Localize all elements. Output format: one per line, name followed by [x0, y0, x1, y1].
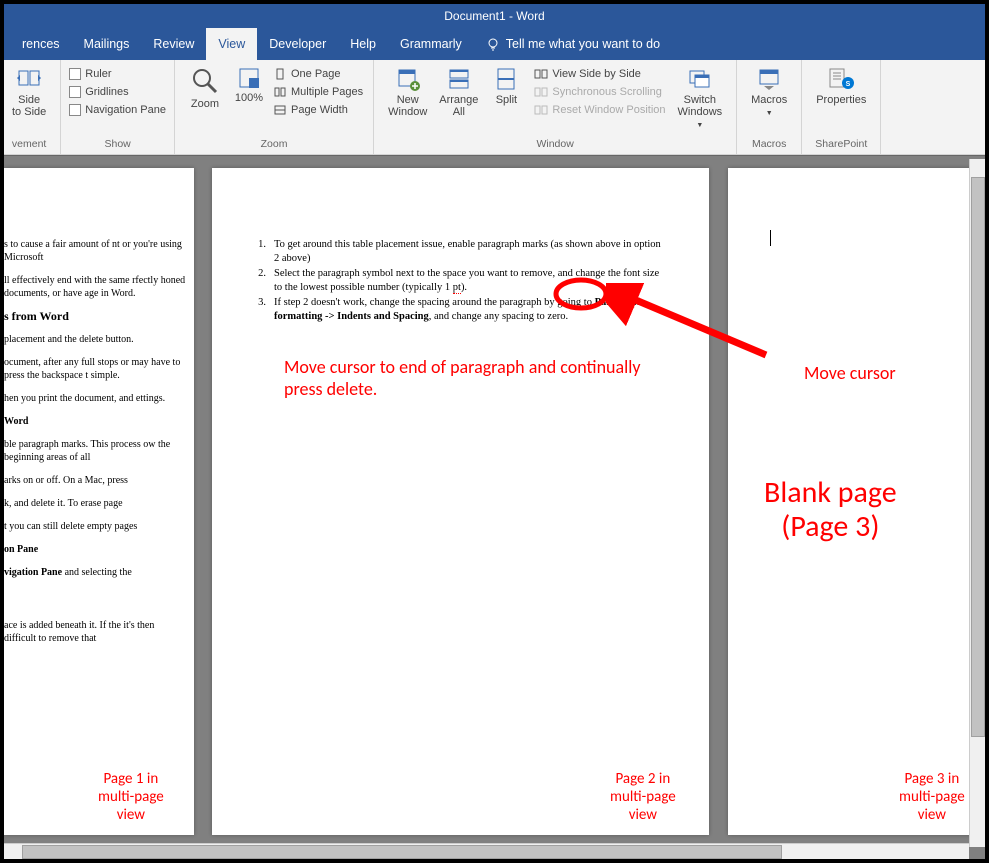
lightbulb-icon	[486, 37, 500, 51]
annotation-page3-label: Page 3 in multi-page view	[899, 770, 965, 824]
show-group-label: Show	[69, 136, 166, 154]
window-group-label: Window	[382, 136, 728, 154]
side-to-side-button[interactable]: Side to Side	[6, 64, 52, 120]
reset-pos-icon	[534, 103, 548, 117]
one-page-button[interactable]: One Page	[271, 66, 365, 82]
reset-window-position-button: Reset Window Position	[532, 102, 667, 118]
checkbox-icon	[69, 104, 81, 116]
doc-heading: s from Word	[4, 310, 186, 323]
zoom-label: Zoom	[191, 98, 219, 110]
multiple-pages-button[interactable]: Multiple Pages	[271, 84, 365, 100]
ribbon: Side to Side vement Ruler Gridlines Navi…	[4, 60, 985, 155]
annotation-blank-page: Blank page (Page 3)	[764, 476, 897, 544]
checkbox-icon	[69, 68, 81, 80]
macros-group-label: Macros	[745, 136, 793, 154]
tab-view[interactable]: View	[206, 28, 257, 60]
annotation-page2-label: Page 2 in multi-page view	[610, 770, 676, 824]
svg-text:S: S	[846, 81, 851, 88]
macros-icon	[756, 66, 782, 92]
doc-text: ocument, after any full stops or may hav…	[4, 356, 186, 382]
arrange-all-icon	[446, 66, 472, 92]
switch-windows-button[interactable]: Switch Windows▼	[672, 64, 729, 134]
tab-grammarly[interactable]: Grammarly	[388, 28, 474, 60]
text-cursor	[770, 230, 771, 246]
side-to-side-icon	[16, 66, 42, 92]
horizontal-scrollbar[interactable]	[4, 843, 969, 859]
doc-text: s to cause a fair amount of nt or you're…	[4, 238, 186, 264]
chevron-down-icon: ▼	[766, 110, 773, 117]
tell-me-label: Tell me what you want to do	[506, 37, 660, 51]
hundred-percent-icon	[237, 66, 261, 90]
checkbox-icon	[69, 86, 81, 98]
tab-review[interactable]: Review	[141, 28, 206, 60]
page-width-icon	[273, 103, 287, 117]
doc-text: t you can still delete empty pages	[4, 520, 186, 533]
sharepoint-group-label: SharePoint	[810, 136, 872, 154]
tab-help[interactable]: Help	[338, 28, 388, 60]
side-by-side-icon	[534, 67, 548, 81]
split-icon	[493, 66, 519, 92]
doc-text: hen you print the document, and ettings.	[4, 392, 186, 405]
arrange-all-label: Arrange All	[439, 94, 478, 118]
annotation-oval	[551, 274, 611, 314]
new-window-label: New Window	[388, 94, 427, 118]
hundred-label: 100%	[235, 92, 263, 104]
navigation-pane-checkbox[interactable]: Navigation Pane	[69, 102, 166, 118]
magnifier-icon	[190, 66, 220, 96]
properties-label: Properties	[816, 94, 866, 106]
one-page-icon	[273, 67, 287, 81]
properties-button[interactable]: S Properties	[810, 64, 872, 108]
annotation-instruction: Move cursor to end of paragraph and cont…	[284, 356, 644, 400]
tab-references-cut[interactable]: rences	[10, 28, 72, 60]
tell-me-search[interactable]: Tell me what you want to do	[474, 37, 660, 51]
page-1[interactable]: s to cause a fair amount of nt or you're…	[4, 168, 194, 835]
vertical-scrollbar[interactable]	[969, 159, 985, 847]
doc-text: k, and delete it. To erase page	[4, 497, 186, 510]
switch-windows-icon	[687, 66, 713, 92]
doc-text: ble paragraph marks. This process ow the…	[4, 438, 186, 464]
properties-icon: S	[826, 66, 856, 92]
doc-text: ll effectively end with the same rfectly…	[4, 274, 186, 300]
scrollbar-thumb[interactable]	[971, 177, 985, 737]
doc-text: vigation Pane and selecting the	[4, 566, 186, 579]
title-bar: Document1 - Word	[4, 4, 985, 28]
doc-text: ace is added beneath it. If the it's the…	[4, 619, 186, 645]
annotation-move-cursor: Move cursor	[804, 362, 896, 384]
gridlines-checkbox[interactable]: Gridlines	[69, 84, 166, 100]
ribbon-tabs: rences Mailings Review View Developer He…	[4, 28, 985, 60]
doc-text: arks on or off. On a Mac, press	[4, 474, 186, 487]
new-window-button[interactable]: New Window	[382, 64, 433, 120]
chevron-down-icon: ▼	[696, 122, 703, 129]
sync-scroll-icon	[534, 85, 548, 99]
page-2[interactable]: 1.To get around this table placement iss…	[212, 168, 709, 835]
doc-subheading: on Pane	[4, 543, 186, 556]
switch-windows-label: Switch Windows▼	[678, 94, 723, 132]
new-window-icon	[395, 66, 421, 92]
view-side-by-side-button[interactable]: View Side by Side	[532, 66, 667, 82]
zoom-group-label: Zoom	[183, 136, 365, 154]
doc-subheading: Word	[4, 415, 186, 428]
list-item: 1.To get around this table placement iss…	[254, 238, 667, 266]
split-button[interactable]: Split	[484, 64, 528, 108]
multi-page-icon	[273, 85, 287, 99]
split-label: Split	[496, 94, 517, 106]
annotation-page1-label: Page 1 in multi-page view	[98, 770, 164, 824]
macros-button[interactable]: Macros▼	[745, 64, 793, 122]
macros-label: Macros▼	[751, 94, 787, 120]
document-workspace[interactable]: s to cause a fair amount of nt or you're…	[4, 155, 985, 859]
hundred-percent-button[interactable]: 100%	[227, 64, 271, 106]
synchronous-scrolling-button: Synchronous Scrolling	[532, 84, 667, 100]
scrollbar-thumb[interactable]	[22, 845, 782, 859]
arrange-all-button[interactable]: Arrange All	[433, 64, 484, 120]
tab-mailings[interactable]: Mailings	[72, 28, 142, 60]
tab-developer[interactable]: Developer	[257, 28, 338, 60]
doc-text: placement and the delete button.	[4, 333, 186, 346]
page-movement-label: vement	[6, 136, 52, 154]
page-width-button[interactable]: Page Width	[271, 102, 365, 118]
side-to-side-label: Side to Side	[12, 94, 46, 118]
zoom-button[interactable]: Zoom	[183, 64, 227, 112]
ruler-checkbox[interactable]: Ruler	[69, 66, 166, 82]
